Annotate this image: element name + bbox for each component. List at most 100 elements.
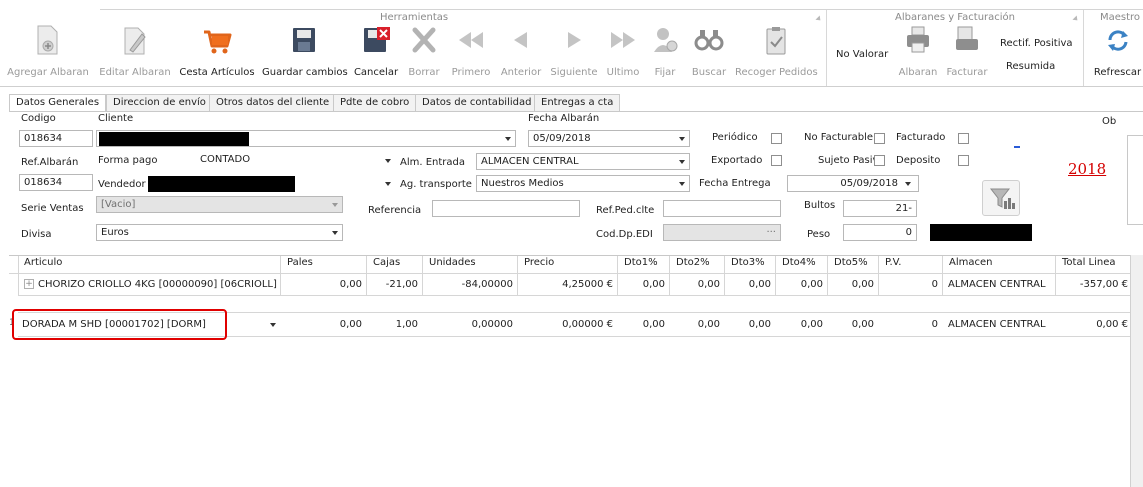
vendedor-label: Vendedor	[98, 179, 146, 190]
year-link[interactable]: 2018	[1068, 160, 1106, 178]
tab-direccion-envio[interactable]: Direccion de envío	[106, 94, 213, 111]
facturar-label: Facturar	[946, 67, 988, 78]
grid-col-sep	[942, 256, 943, 296]
fijar-label: Fijar	[654, 67, 676, 78]
cell-dto2[interactable]: 0,00	[671, 319, 720, 330]
tab-datos-contabilidad[interactable]: Datos de contabilidad	[415, 94, 539, 111]
expand-row-icon[interactable]: +	[24, 279, 34, 289]
cell-dto3[interactable]: 0,00	[726, 319, 771, 330]
last-record-icon	[611, 32, 635, 48]
col-articulo[interactable]: Articulo	[20, 257, 62, 273]
codigo-label: Codigo	[21, 113, 56, 124]
articulo-dropdown-icon[interactable]	[270, 323, 276, 327]
no-valorar-button[interactable]: No Valorar	[836, 49, 888, 60]
grid-header-border	[9, 273, 1137, 274]
cell-dto4[interactable]: 0,00	[777, 319, 823, 330]
tab-otros-datos-cliente[interactable]: Otros datos del cliente	[209, 94, 337, 111]
cell-total-linea[interactable]: -357,00 €	[1057, 279, 1128, 290]
cliente-select[interactable]	[96, 130, 516, 147]
forma-pago-label: Forma pago	[98, 155, 158, 166]
group-expand-icon[interactable]	[815, 15, 823, 23]
fecha-entrega-field[interactable]: 05/09/2018	[787, 175, 919, 192]
referencia-field[interactable]	[432, 200, 580, 217]
cell-articulo[interactable]: CHORIZO CRIOLLO 4KG [00000090] [06CRIOLL…	[38, 279, 277, 290]
col-almacen[interactable]: Almacen	[945, 257, 992, 273]
cliente-dropdown-icon[interactable]	[505, 137, 511, 141]
cell-precio[interactable]: 0,00000 €	[519, 319, 613, 330]
cell-dto3[interactable]: 0,00	[726, 279, 771, 290]
cod-dp-edi-field[interactable]: ···	[663, 224, 781, 241]
periodico-checkbox[interactable]	[771, 133, 782, 144]
alm-entrada-dropdown-icon[interactable]	[679, 160, 685, 164]
ag-transporte-dropdown-icon[interactable]	[679, 182, 685, 186]
col-dto5[interactable]: Dto5%	[830, 257, 868, 273]
bultos-field[interactable]: 21-	[843, 200, 917, 217]
no-facturable-label: No Facturable	[804, 132, 874, 143]
tab-pdte-cobro[interactable]: Pdte de cobro	[333, 94, 417, 111]
deposito-checkbox[interactable]	[958, 155, 969, 166]
sujeto-pasivo-checkbox[interactable]	[874, 155, 885, 166]
col-dto4[interactable]: Dto4%	[778, 257, 816, 273]
cell-dto1[interactable]: 0,00	[619, 319, 665, 330]
ref-ped-clte-field[interactable]	[663, 200, 781, 217]
cell-unidades[interactable]: -84,00000	[424, 279, 513, 290]
divisa-dropdown-icon[interactable]	[332, 231, 338, 235]
observaciones-field[interactable]	[1127, 135, 1143, 225]
col-precio[interactable]: Precio	[520, 257, 554, 273]
fecha-albaran-dropdown-icon[interactable]	[679, 137, 685, 141]
facturado-checkbox[interactable]	[958, 133, 969, 144]
serie-ventas-select[interactable]: [Vacio]	[96, 196, 343, 213]
col-pv[interactable]: P.V.	[881, 257, 901, 273]
tab-datos-generales[interactable]: Datos Generales	[9, 94, 107, 112]
exportado-checkbox[interactable]	[771, 155, 782, 166]
fecha-entrega-dropdown-icon[interactable]	[905, 182, 911, 186]
cell-dto2[interactable]: 0,00	[671, 279, 720, 290]
col-pales[interactable]: Pales	[283, 257, 313, 273]
cell-dto4[interactable]: 0,00	[777, 279, 823, 290]
shopping-cart-icon	[204, 30, 232, 54]
periodico-label: Periódico	[712, 132, 758, 143]
col-total-linea[interactable]: Total Linea	[1058, 257, 1116, 273]
cell-dto5[interactable]: 0,00	[829, 279, 874, 290]
cell-dto1[interactable]: 0,00	[619, 279, 665, 290]
cell-total-linea[interactable]: 0,00 €	[1057, 319, 1128, 330]
cell-precio[interactable]: 4,25000 €	[519, 279, 613, 290]
rectif-positiva-button[interactable]: Rectif. Positiva	[1000, 38, 1073, 49]
cell-pv[interactable]: 0	[880, 279, 938, 290]
cell-unidades[interactable]: 0,00000	[424, 319, 513, 330]
col-unidades[interactable]: Unidades	[425, 257, 476, 273]
blue-dash-mark	[1014, 146, 1020, 148]
col-dto3[interactable]: Dto3%	[727, 257, 765, 273]
divisa-select[interactable]: Euros	[96, 224, 343, 241]
no-facturable-checkbox[interactable]	[874, 133, 885, 144]
cell-almacen[interactable]: ALMACEN CENTRAL	[948, 279, 1046, 290]
cell-dto5[interactable]: 0,00	[829, 319, 874, 330]
grid-vertical-scrollbar[interactable]	[1130, 255, 1143, 487]
tab-entregas-cta[interactable]: Entregas a cta	[534, 94, 621, 111]
pin-user-icon	[654, 28, 678, 52]
forma-pago-select[interactable]: CONTADO	[196, 152, 396, 169]
codigo-field[interactable]: 018634	[19, 130, 93, 147]
ag-transporte-label: Ag. transporte	[400, 179, 472, 190]
serie-ventas-dropdown-icon[interactable]	[332, 203, 338, 207]
fecha-albaran-field[interactable]: 05/09/2018	[528, 130, 690, 147]
resumida-button[interactable]: Resumida	[1006, 61, 1055, 72]
cell-cajas[interactable]: 1,00	[368, 319, 418, 330]
col-cajas[interactable]: Cajas	[369, 257, 400, 273]
cell-pales[interactable]: 0,00	[284, 279, 362, 290]
filter-chart-button[interactable]	[982, 180, 1020, 216]
group-expand-icon[interactable]	[1072, 15, 1080, 23]
vendedor-dropdown-icon[interactable]	[385, 182, 391, 186]
peso-field[interactable]: 0	[843, 224, 917, 241]
ag-transporte-select[interactable]: Nuestros Medios	[476, 175, 690, 192]
cell-cajas[interactable]: -21,00	[368, 279, 418, 290]
cell-pales[interactable]: 0,00	[284, 319, 362, 330]
col-dto2[interactable]: Dto2%	[672, 257, 710, 273]
ref-albaran-field[interactable]: 018634	[19, 174, 93, 191]
forma-pago-dropdown-icon[interactable]	[385, 159, 391, 163]
cell-pv[interactable]: 0	[880, 319, 938, 330]
col-dto1[interactable]: Dto1%	[620, 257, 658, 273]
deposito-label: Deposito	[896, 155, 941, 166]
cell-almacen[interactable]: ALMACEN CENTRAL	[948, 319, 1046, 330]
alm-entrada-select[interactable]: ALMACEN CENTRAL	[476, 153, 690, 170]
